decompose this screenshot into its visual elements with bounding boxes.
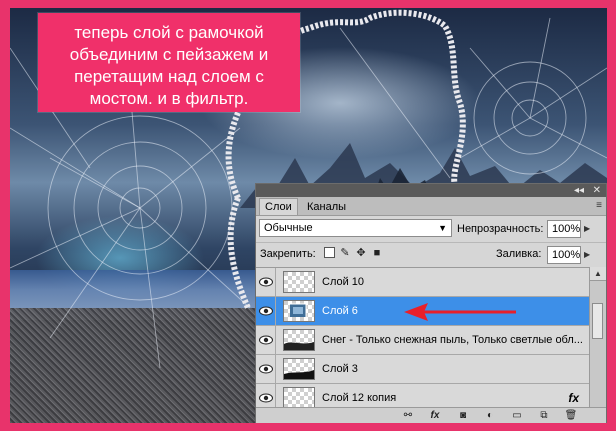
mask-icon[interactable]: ◙ [456, 409, 470, 422]
scroll-up-arrow-icon[interactable]: ▲ [590, 267, 606, 281]
layer-name: Снег - Только снежная пыль, Только светл… [322, 334, 583, 346]
collapse-panel-icon[interactable]: ◂◂ [574, 184, 584, 197]
caption-line: объединим с пейзажем и [69, 45, 269, 64]
layer-row[interactable]: Слой 3 [256, 355, 589, 384]
visibility-toggle[interactable] [256, 384, 276, 408]
layer-row-selected[interactable]: Слой 6 [256, 297, 589, 326]
layers-panel: ◂◂ ✕ Слои Каналы ≡ Обычные ▼ Непрозрачно… [255, 183, 607, 423]
fill-input[interactable]: 100% [547, 246, 581, 264]
chevron-down-icon: ▼ [438, 223, 447, 233]
layer-thumbnail [283, 329, 315, 351]
panel-title-bar[interactable]: ◂◂ ✕ [256, 184, 606, 197]
blend-mode-select[interactable]: Обычные ▼ [259, 219, 452, 237]
visibility-toggle[interactable] [256, 268, 276, 297]
layer-row[interactable]: Слой 10 [256, 268, 589, 297]
instruction-caption: теперь слой с рамочкой объединим с пейза… [38, 13, 300, 112]
panel-bottom-toolbar: ⚯ fx ◙ ◐ ▭ ⧉ 🗑 [256, 407, 606, 423]
layer-name: Слой 10 [322, 276, 365, 288]
layer-effects-icon[interactable]: fx [568, 384, 579, 408]
caption-line: перетащим над слоем с [74, 67, 264, 86]
tab-channels[interactable]: Каналы [302, 199, 351, 215]
lock-transparency-icon[interactable] [324, 247, 335, 258]
opacity-input[interactable]: 100% [547, 220, 581, 238]
lock-move-icon[interactable]: ✥ [354, 246, 368, 260]
layer-name: Слой 3 [322, 363, 358, 375]
opacity-slider-arrow-icon[interactable]: ▶ [584, 220, 590, 238]
layers-list: Слой 10 Слой 6 Снег - Только снежная пыл [256, 267, 589, 408]
snow-thumbnail-image [284, 342, 314, 350]
layer-thumbnail [283, 358, 315, 380]
close-panel-icon[interactable]: ✕ [593, 184, 601, 197]
visibility-toggle[interactable] [256, 326, 276, 355]
ground-thumbnail-image [284, 370, 314, 379]
layers-scrollbar[interactable]: ▲ [589, 267, 606, 407]
caption-line: теперь слой с рамочкой [74, 23, 264, 42]
lock-fill-row: Закрепить: ✎ ✥ ■ Заливка: 100% ▶ [256, 242, 606, 267]
layer-thumbnail [283, 300, 315, 322]
eye-icon [259, 277, 273, 287]
blend-mode-value: Обычные [264, 222, 313, 234]
trash-icon[interactable]: 🗑 [564, 409, 578, 422]
opacity-label: Непрозрачность: [457, 223, 544, 235]
fill-label: Заливка: [496, 248, 542, 260]
lock-all-icon[interactable]: ■ [370, 246, 384, 260]
visibility-toggle[interactable] [256, 297, 276, 326]
scroll-thumb[interactable] [592, 303, 603, 339]
folder-icon[interactable]: ▭ [510, 409, 524, 422]
layer-thumbnail [283, 271, 315, 293]
blend-opacity-row: Обычные ▼ Непрозрачность: 100% ▶ [256, 217, 606, 241]
new-layer-icon[interactable]: ⧉ [537, 409, 551, 422]
lock-label: Закрепить: [260, 248, 316, 260]
eye-icon [259, 364, 273, 374]
visibility-toggle[interactable] [256, 355, 276, 384]
adjustment-icon[interactable]: ◐ [483, 409, 497, 422]
layer-name: Слой 6 [322, 305, 358, 317]
link-icon[interactable]: ⚯ [401, 409, 415, 422]
lock-brush-icon[interactable]: ✎ [338, 246, 352, 260]
caption-line: мостом. и в фильтр. [89, 89, 249, 108]
fx-icon[interactable]: fx [428, 409, 442, 422]
eye-icon [259, 306, 273, 316]
bridge-thumbnail-image [290, 303, 307, 317]
eye-icon [259, 393, 273, 403]
layer-thumbnail [283, 387, 315, 408]
eye-icon [259, 335, 273, 345]
panel-tabs: Слои Каналы ≡ [256, 197, 606, 216]
layer-row[interactable]: Снег - Только снежная пыль, Только светл… [256, 326, 589, 355]
fill-slider-arrow-icon[interactable]: ▶ [584, 246, 590, 264]
layer-row[interactable]: Слой 12 копия fx [256, 384, 589, 408]
panel-menu-icon[interactable]: ≡ [596, 200, 602, 211]
tab-layers[interactable]: Слои [259, 198, 298, 215]
image-frame: теперь слой с рамочкой объединим с пейза… [0, 0, 616, 431]
layer-name: Слой 12 копия [322, 392, 397, 404]
